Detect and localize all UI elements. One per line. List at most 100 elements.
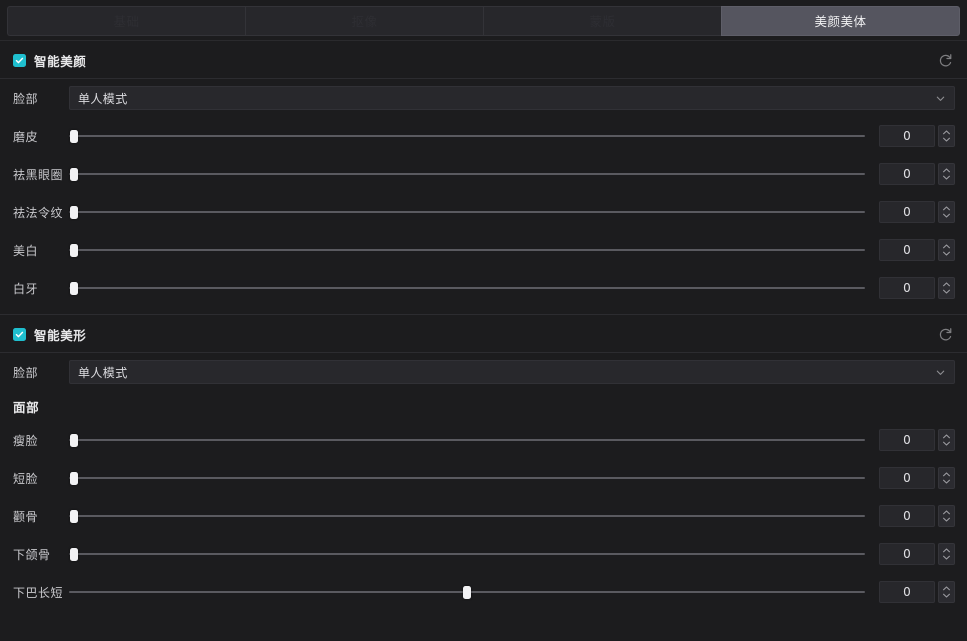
spinner-value-mopi[interactable]: 0: [879, 125, 935, 147]
slider-track: [69, 515, 865, 517]
spinner-value-dark-circles[interactable]: 0: [879, 163, 935, 185]
slider-track: [69, 173, 865, 175]
slider-label-jawbone: 下颌骨: [13, 547, 51, 562]
spinner-value-teeth-whitening[interactable]: 0: [879, 277, 935, 299]
row-slider-whitening: 美白 0: [0, 231, 967, 269]
slider-short-face[interactable]: [69, 468, 865, 488]
row-face-mode-shape: 脸部 单人模式: [0, 353, 967, 391]
chevron-up-icon: [943, 282, 950, 287]
spinner-arrows-short-face[interactable]: [938, 467, 955, 489]
face-mode-label: 脸部: [13, 91, 39, 106]
chevron-down-icon: [943, 517, 950, 522]
row-slider-slim-face: 瘦脸 0: [0, 421, 967, 459]
slider-label-mopi: 磨皮: [13, 129, 39, 144]
slider-track: [69, 287, 865, 289]
row-slider-jawbone: 下颌骨 0: [0, 535, 967, 573]
chevron-up-icon: [943, 206, 950, 211]
tab-keying[interactable]: 抠像: [245, 6, 483, 36]
slider-handle[interactable]: [69, 548, 78, 561]
chevron-up-icon: [943, 130, 950, 135]
slider-handle[interactable]: [69, 206, 78, 219]
slider-handle[interactable]: [69, 472, 78, 485]
chevron-down-icon: [943, 593, 950, 598]
chevron-up-icon: [943, 168, 950, 173]
reset-icon: [939, 53, 951, 66]
chevron-up-icon: [943, 510, 950, 515]
slider-label-dark-circles: 祛黑眼圈: [13, 167, 64, 182]
slider-label-nasolabial: 祛法令纹: [13, 205, 64, 220]
reset-icon: [939, 327, 951, 340]
slider-mopi[interactable]: [69, 126, 865, 146]
slider-handle[interactable]: [69, 168, 78, 181]
spinner-short-face: 0: [879, 467, 955, 489]
row-face-mode-beauty: 脸部 单人模式: [0, 79, 967, 117]
slider-teeth-whitening[interactable]: [69, 278, 865, 298]
slider-cheekbone[interactable]: [69, 506, 865, 526]
row-slider-mopi: 磨皮 0: [0, 117, 967, 155]
smart-beauty-checkbox[interactable]: [13, 53, 26, 67]
slider-track: [69, 477, 865, 479]
row-slider-dark-circles: 祛黑眼圈 0: [0, 155, 967, 193]
spinner-nasolabial: 0: [879, 201, 955, 223]
spinner-arrows-dark-circles[interactable]: [938, 163, 955, 185]
chevron-up-icon: [943, 548, 950, 553]
slider-track: [69, 553, 865, 555]
spinner-value-slim-face[interactable]: 0: [879, 429, 935, 451]
spinner-mopi: 0: [879, 125, 955, 147]
tab-mask[interactable]: 蒙版: [483, 6, 721, 36]
spinner-arrows-jawbone[interactable]: [938, 543, 955, 565]
spinner-value-short-face[interactable]: 0: [879, 467, 935, 489]
chevron-up-icon: [943, 434, 950, 439]
slider-track: [69, 135, 865, 137]
spinner-value-cheekbone[interactable]: 0: [879, 505, 935, 527]
spinner-arrows-mopi[interactable]: [938, 125, 955, 147]
slider-chin-length[interactable]: [69, 582, 865, 602]
slider-handle[interactable]: [69, 130, 78, 143]
spinner-arrows-slim-face[interactable]: [938, 429, 955, 451]
chevron-up-icon: [943, 244, 950, 249]
slider-handle[interactable]: [463, 586, 471, 599]
slider-handle[interactable]: [69, 244, 78, 257]
slider-label-cheekbone: 颧骨: [13, 509, 39, 524]
slider-handle[interactable]: [69, 510, 78, 523]
chevron-down-icon: [943, 175, 950, 180]
face-mode-select-beauty[interactable]: 单人模式: [69, 86, 955, 110]
chevron-up-icon: [943, 586, 950, 591]
spinner-arrows-teeth-whitening[interactable]: [938, 277, 955, 299]
slider-label-teeth-whitening: 白牙: [13, 281, 39, 296]
slider-whitening[interactable]: [69, 240, 865, 260]
spinner-value-chin-length[interactable]: 0: [879, 581, 935, 603]
smart-beauty-reset-icon[interactable]: [935, 50, 955, 70]
spinner-arrows-whitening[interactable]: [938, 239, 955, 261]
slider-handle[interactable]: [69, 282, 78, 295]
slider-label-slim-face: 瘦脸: [13, 433, 39, 448]
smart-beauty-title: 智能美颜: [34, 53, 87, 69]
slider-handle[interactable]: [69, 434, 78, 447]
spinner-value-nasolabial[interactable]: 0: [879, 201, 935, 223]
spinner-arrows-nasolabial[interactable]: [938, 201, 955, 223]
slider-nasolabial[interactable]: [69, 202, 865, 222]
spinner-jawbone: 0: [879, 543, 955, 565]
face-mode-select-shape[interactable]: 单人模式: [69, 360, 955, 384]
slider-track: [69, 249, 865, 251]
chevron-down-icon: [943, 137, 950, 142]
section-header-smart-beauty: 智能美颜: [0, 44, 967, 76]
slider-slim-face[interactable]: [69, 430, 865, 450]
chevron-down-icon: [943, 555, 950, 560]
section-divider: [0, 314, 967, 315]
smart-shape-reset-icon[interactable]: [935, 324, 955, 344]
chevron-down-icon: [935, 367, 946, 378]
spinner-arrows-chin-length[interactable]: [938, 581, 955, 603]
spinner-arrows-cheekbone[interactable]: [938, 505, 955, 527]
chevron-down-icon: [943, 441, 950, 446]
spinner-value-whitening[interactable]: 0: [879, 239, 935, 261]
chevron-down-icon: [943, 213, 950, 218]
tab-basic[interactable]: 基础: [7, 6, 245, 36]
slider-jawbone[interactable]: [69, 544, 865, 564]
slider-dark-circles[interactable]: [69, 164, 865, 184]
spinner-value-jawbone[interactable]: 0: [879, 543, 935, 565]
row-slider-short-face: 短脸 0: [0, 459, 967, 497]
spinner-slim-face: 0: [879, 429, 955, 451]
smart-shape-checkbox[interactable]: [13, 327, 26, 341]
tab-beauty-body[interactable]: 美颜美体: [721, 6, 960, 36]
